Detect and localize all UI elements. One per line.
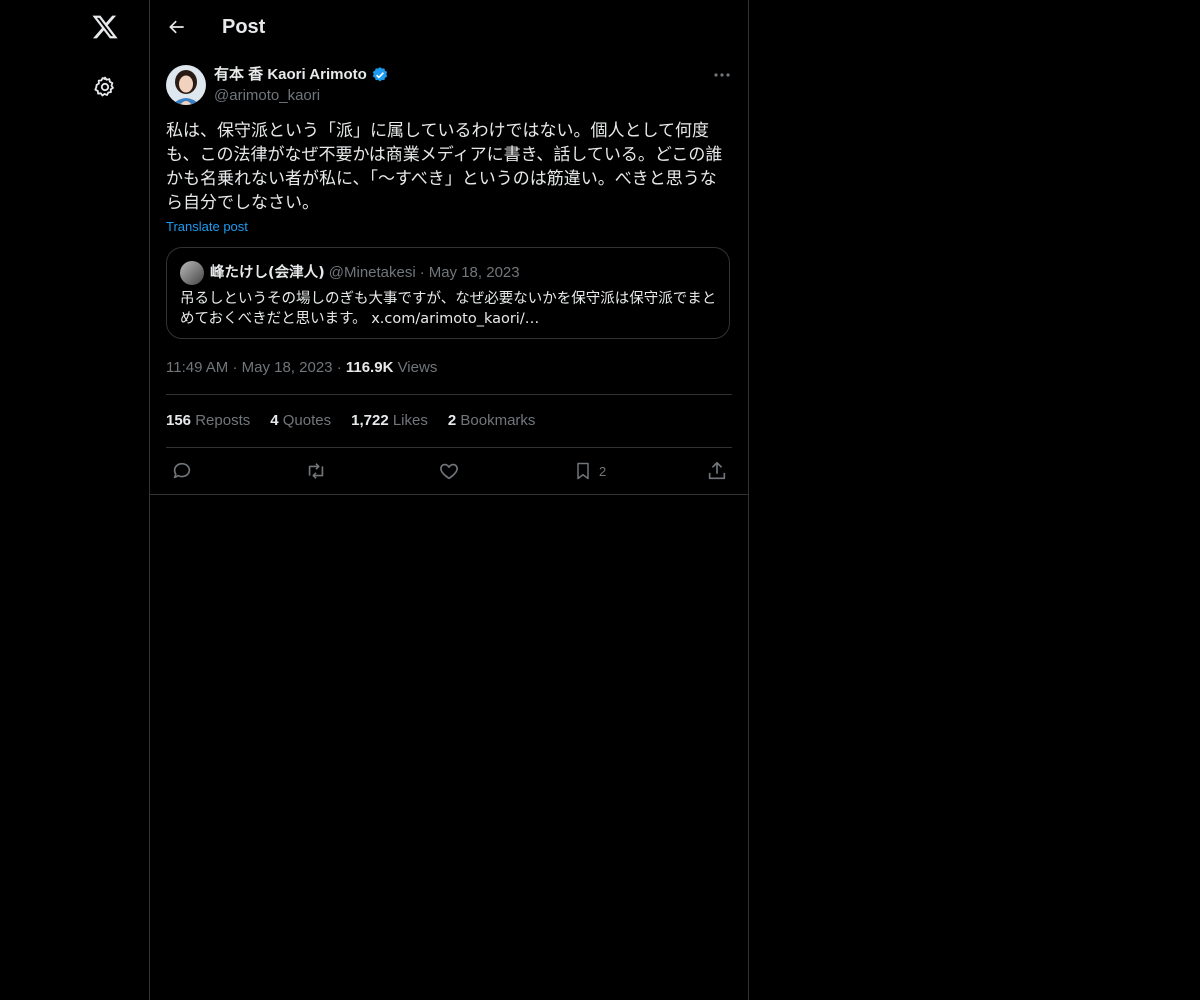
- reposts-stat[interactable]: 156 Reposts: [166, 411, 250, 431]
- author-handle[interactable]: @arimoto_kaori: [214, 86, 320, 106]
- quoted-author-name: 峰たけし(会津人): [210, 265, 325, 281]
- post-meta: 11:49 AM · May 18, 2023 · 116.9K Views: [166, 358, 437, 378]
- separator-dot: ·: [419, 264, 425, 281]
- quoted-author-avatar: [180, 261, 204, 285]
- x-logo-icon[interactable]: [88, 10, 122, 44]
- action-bar: 2: [150, 448, 748, 494]
- bookmark-button[interactable]: 2: [573, 459, 606, 483]
- separator-dot: ·: [232, 359, 238, 376]
- quotes-label: Quotes: [282, 412, 332, 429]
- likes-stat[interactable]: 1,722 Likes: [351, 411, 428, 431]
- gear-icon[interactable]: [90, 72, 120, 102]
- likes-count: 1,722: [351, 412, 389, 429]
- bookmark-icon: [573, 460, 593, 482]
- translate-post-link[interactable]: Translate post: [166, 218, 248, 236]
- author-avatar[interactable]: [166, 65, 206, 105]
- post-time[interactable]: 11:49 AM: [166, 359, 228, 376]
- like-icon[interactable]: [438, 459, 460, 483]
- post-text: 私は、保守派という「派」に属しているわけではない。個人として何度 も、この法律が…: [166, 121, 723, 213]
- views-count: 116.9K: [345, 359, 394, 376]
- quoted-post-text: 吊るしというその場しのぎも大事ですが、なぜ必要ないかを保守派は保守派でまとめてお…: [180, 291, 717, 327]
- quoted-author-handle: @Minetakesi: [328, 264, 416, 281]
- quoted-post-date: May 18, 2023: [428, 264, 520, 281]
- likes-label: Likes: [392, 412, 428, 429]
- author-name[interactable]: 有本 香 Kaori Arimoto: [214, 65, 367, 85]
- post-date[interactable]: May 18, 2023: [242, 359, 333, 376]
- quotes-stat[interactable]: 4 Quotes: [270, 411, 331, 431]
- separator-dot: ·: [336, 359, 342, 376]
- page-header: Post: [150, 0, 748, 53]
- reply-icon[interactable]: [171, 459, 193, 483]
- bookmarks-count: 2: [447, 412, 457, 429]
- quotes-count: 4: [270, 412, 279, 429]
- page-title: Post: [222, 16, 266, 38]
- reposts-count: 156: [166, 412, 192, 429]
- quoted-post[interactable]: 峰たけし(会津人) @Minetakesi · May 18, 2023 吊るし…: [166, 247, 730, 339]
- back-arrow-icon[interactable]: [164, 14, 190, 40]
- views-label: Views: [397, 359, 438, 376]
- bookmarks-label: Bookmarks: [460, 412, 536, 429]
- divider: [166, 394, 732, 395]
- left-navigation: [0, 0, 149, 1000]
- bookmark-count: 2: [599, 463, 607, 479]
- share-icon[interactable]: [706, 459, 728, 483]
- verified-badge-icon: [371, 66, 389, 84]
- quoted-post-header: 峰たけし(会津人) @Minetakesi · May 18, 2023: [180, 261, 520, 285]
- divider: [150, 494, 748, 495]
- main-column: Post 有本 香 Kaori Arimoto @arimoto_kaori 私…: [149, 0, 749, 1000]
- more-icon[interactable]: [710, 64, 734, 86]
- reposts-label: Reposts: [195, 412, 251, 429]
- repost-icon[interactable]: [304, 459, 328, 483]
- author-name-row: 有本 香 Kaori Arimoto: [214, 65, 389, 85]
- engagement-stats: 156 Reposts 4 Quotes 1,722 Likes 2 Bookm…: [166, 411, 535, 431]
- bookmarks-stat[interactable]: 2 Bookmarks: [448, 411, 536, 431]
